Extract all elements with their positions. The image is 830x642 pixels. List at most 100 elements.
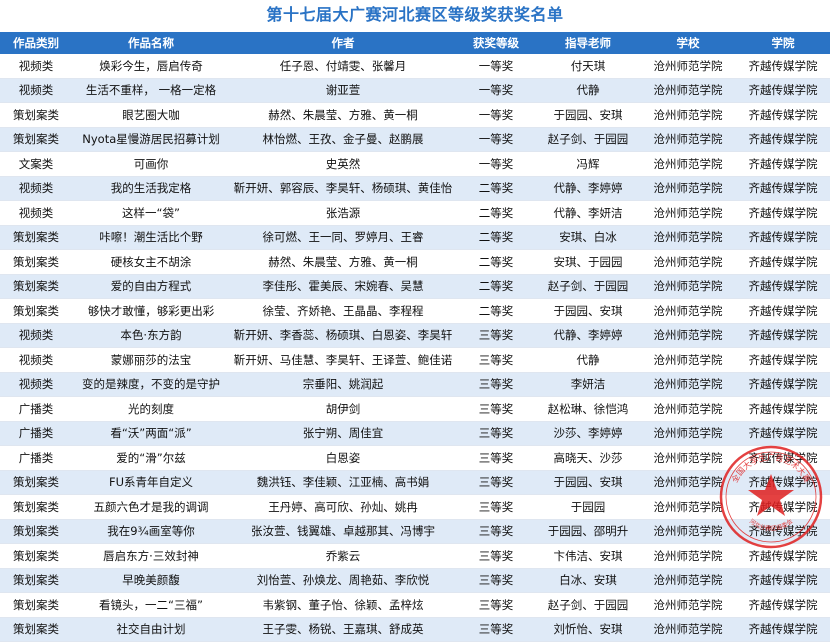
cell-category: 广播类 <box>0 396 72 422</box>
cell-author: 徐可燃、王一同、罗婷月、王睿 <box>230 225 456 250</box>
cell-author: 宗垂阳、姚润起 <box>230 372 456 397</box>
cell-award-level: 三等奖 <box>456 519 536 544</box>
cell-category: 策划案类 <box>0 102 72 128</box>
cell-school: 沧州师范学院 <box>640 396 736 422</box>
table-row: 视频类 变的是辣度，不变的是守护 宗垂阳、姚润起 三等奖 李妍洁 沧州师范学院 齐越传媒学院 <box>0 372 830 397</box>
cell-work-name: 可画你 <box>72 151 230 177</box>
table-row: 视频类 这样一“袋” 张浩源 二等奖 代静、李妍洁 沧州师范学院 齐越传媒学院 <box>0 200 830 226</box>
cell-category: 策划案类 <box>0 225 72 250</box>
cell-award-level: 三等奖 <box>456 396 536 422</box>
cell-advisor: 冯辉 <box>536 151 640 177</box>
cell-college: 齐越传媒学院 <box>736 274 830 299</box>
cell-work-name: 变的是辣度，不变的是守护 <box>72 372 230 397</box>
cell-advisor: 安琪、于园园 <box>536 249 640 275</box>
cell-advisor: 安琪、白冰 <box>536 225 640 250</box>
cell-category: 视频类 <box>0 323 72 348</box>
cell-work-name: 我在9¾画室等你 <box>72 519 230 544</box>
cell-school: 沧州师范学院 <box>640 225 736 250</box>
cell-award-level: 三等奖 <box>456 347 536 373</box>
cell-author: 靳开妍、马佳慧、李昊轩、王译萱、鲍佳诺 <box>230 347 456 373</box>
cell-author: 谢亚萱 <box>230 78 456 103</box>
cell-work-name: 我的生活我定格 <box>72 176 230 201</box>
page-title: 第十七届大广赛河北赛区等级奖获奖名单 <box>266 5 564 24</box>
cell-advisor: 刘忻怡、安琪 <box>536 617 640 642</box>
table-body: 视频类 焕彩今生，唇启传奇 任子恩、付靖雯、张馨月 一等奖 付天琪 沧州师范学院 齐越传媒学… <box>0 54 830 642</box>
cell-category: 策划案类 <box>0 470 72 495</box>
cell-author: 赫然、朱晨莹、方雅、黄一桐 <box>230 249 456 275</box>
cell-award-level: 一等奖 <box>456 127 536 152</box>
table-row: 策划案类 我在9¾画室等你 张汝萱、钱翼雄、卓越那其、冯博宇 三等奖 于园园、邵明升 沧州… <box>0 519 830 544</box>
cell-college: 齐越传媒学院 <box>736 102 830 128</box>
cell-advisor: 赵子剑、于园园 <box>536 127 640 152</box>
cell-school: 沧州师范学院 <box>640 617 736 642</box>
table-row: 视频类 本色·东方韵 靳开妍、李香蕊、杨硕琪、白恩姿、李昊轩 三等奖 代静、李婷婷 沧州师… <box>0 323 830 348</box>
cell-author: 刘怡萱、孙焕龙、周艳茹、李欣悦 <box>230 568 456 593</box>
cell-advisor: 代静 <box>536 78 640 103</box>
table-row: 策划案类 早晚美颜馥 刘怡萱、孙焕龙、周艳茹、李欣悦 三等奖 白冰、安琪 沧州师范学院 齐越… <box>0 568 830 593</box>
cell-award-level: 三等奖 <box>456 617 536 642</box>
cell-author: 韦紫钢、董子怡、徐颖、孟梓炫 <box>230 592 456 618</box>
cell-category: 广播类 <box>0 445 72 471</box>
table-row: 策划案类 Nyota星慢游居民招募计划 林怡燃、王孜、金子曼、赵鹏展 一等奖 赵子剑、于… <box>0 127 830 152</box>
cell-work-name: Nyota星慢游居民招募计划 <box>72 127 230 152</box>
cell-award-level: 二等奖 <box>456 249 536 275</box>
cell-school: 沧州师范学院 <box>640 568 736 593</box>
cell-college: 齐越传媒学院 <box>736 54 830 79</box>
cell-award-level: 三等奖 <box>456 568 536 593</box>
cell-award-level: 一等奖 <box>456 102 536 128</box>
cell-advisor: 代静 <box>536 347 640 373</box>
cell-author: 胡伊剑 <box>230 396 456 422</box>
cell-award-level: 三等奖 <box>456 445 536 471</box>
cell-author: 靳开妍、郭容辰、李昊轩、杨硕琪、黄佳怡 <box>230 176 456 201</box>
cell-school: 沧州师范学院 <box>640 274 736 299</box>
cell-work-name: 社交自由计划 <box>72 617 230 642</box>
table-row: 策划案类 咔嚓！潮生活比个野 徐可燃、王一同、罗婷月、王睿 二等奖 安琪、白冰 沧州师范学… <box>0 225 830 250</box>
table-row: 策划案类 眼艺圈大咖 赫然、朱晨莹、方雅、黄一桐 一等奖 于园园、安琪 沧州师范学院 齐越传… <box>0 102 830 128</box>
cell-award-level: 一等奖 <box>456 78 536 103</box>
cell-work-name: FU系青年自定义 <box>72 470 230 495</box>
cell-category: 文案类 <box>0 151 72 177</box>
cell-college: 齐越传媒学院 <box>736 543 830 569</box>
cell-advisor: 代静、李婷婷 <box>536 176 640 201</box>
cell-award-level: 二等奖 <box>456 225 536 250</box>
cell-work-name: 早晚美颜馥 <box>72 568 230 593</box>
cell-award-level: 一等奖 <box>456 54 536 79</box>
cell-category: 广播类 <box>0 421 72 446</box>
cell-college: 齐越传媒学院 <box>736 617 830 642</box>
cell-award-level: 三等奖 <box>456 323 536 348</box>
cell-work-name: 硬核女主不胡涂 <box>72 249 230 275</box>
cell-work-name: 爱的自由方程式 <box>72 274 230 299</box>
table-row: 视频类 生活不重样， 一格一定格 谢亚萱 一等奖 代静 沧州师范学院 齐越传媒学院 <box>0 78 830 103</box>
table-row: 策划案类 硬核女主不胡涂 赫然、朱晨莹、方雅、黄一桐 二等奖 安琪、于园园 沧州师范学院齐… <box>0 249 830 275</box>
cell-award-level: 三等奖 <box>456 494 536 520</box>
cell-college: 齐越传媒学院 <box>736 225 830 250</box>
cell-school: 沧州师范学院 <box>640 78 736 103</box>
table-row: 广播类 光的刻度 胡伊剑 三等奖 赵松琳、徐恺鸿 沧州师范学院 齐越传媒学院 <box>0 396 830 422</box>
cell-work-name: 爱的“滑”尔兹 <box>72 445 230 471</box>
cell-work-name: 生活不重样， 一格一定格 <box>72 78 230 103</box>
header-author: 作者 <box>230 32 456 54</box>
cell-school: 沧州师范学院 <box>640 298 736 324</box>
cell-author: 赫然、朱晨莹、方雅、黄一桐 <box>230 102 456 128</box>
cell-school: 沧州师范学院 <box>640 347 736 373</box>
cell-college: 齐越传媒学院 <box>736 78 830 103</box>
cell-award-level: 三等奖 <box>456 543 536 569</box>
table-row: 策划案类 唇启东方·三效封神 乔紫云 三等奖 卞伟洁、安琪 沧州师范学院 齐越传媒学院 <box>0 543 830 569</box>
cell-school: 沧州师范学院 <box>640 102 736 128</box>
cell-work-name: 眼艺圈大咖 <box>72 102 230 128</box>
header-school: 学校 <box>640 32 736 54</box>
header-work-name: 作品名称 <box>72 32 230 54</box>
cell-work-name: 光的刻度 <box>72 396 230 422</box>
table-row: 文案类 可画你 史英然 一等奖 冯辉 沧州师范学院 齐越传媒学院 <box>0 151 830 177</box>
cell-college: 齐越传媒学院 <box>736 298 830 324</box>
cell-school: 沧州师范学院 <box>640 543 736 569</box>
cell-work-name: 蒙娜丽莎的法宝 <box>72 347 230 373</box>
cell-award-level: 三等奖 <box>456 372 536 397</box>
header-advisor: 指导老师 <box>536 32 640 54</box>
cell-author: 乔紫云 <box>230 543 456 569</box>
cell-category: 策划案类 <box>0 298 72 324</box>
cell-author: 张汝萱、钱翼雄、卓越那其、冯博宇 <box>230 519 456 544</box>
cell-college: 齐越传媒学院 <box>736 347 830 373</box>
cell-author: 王丹婷、高可欣、孙灿、姚冉 <box>230 494 456 520</box>
table-row: 策划案类 社交自由计划 王子雯、杨锐、王嘉琪、舒成英 三等奖 刘忻怡、安琪 沧州师范学院齐… <box>0 617 830 642</box>
